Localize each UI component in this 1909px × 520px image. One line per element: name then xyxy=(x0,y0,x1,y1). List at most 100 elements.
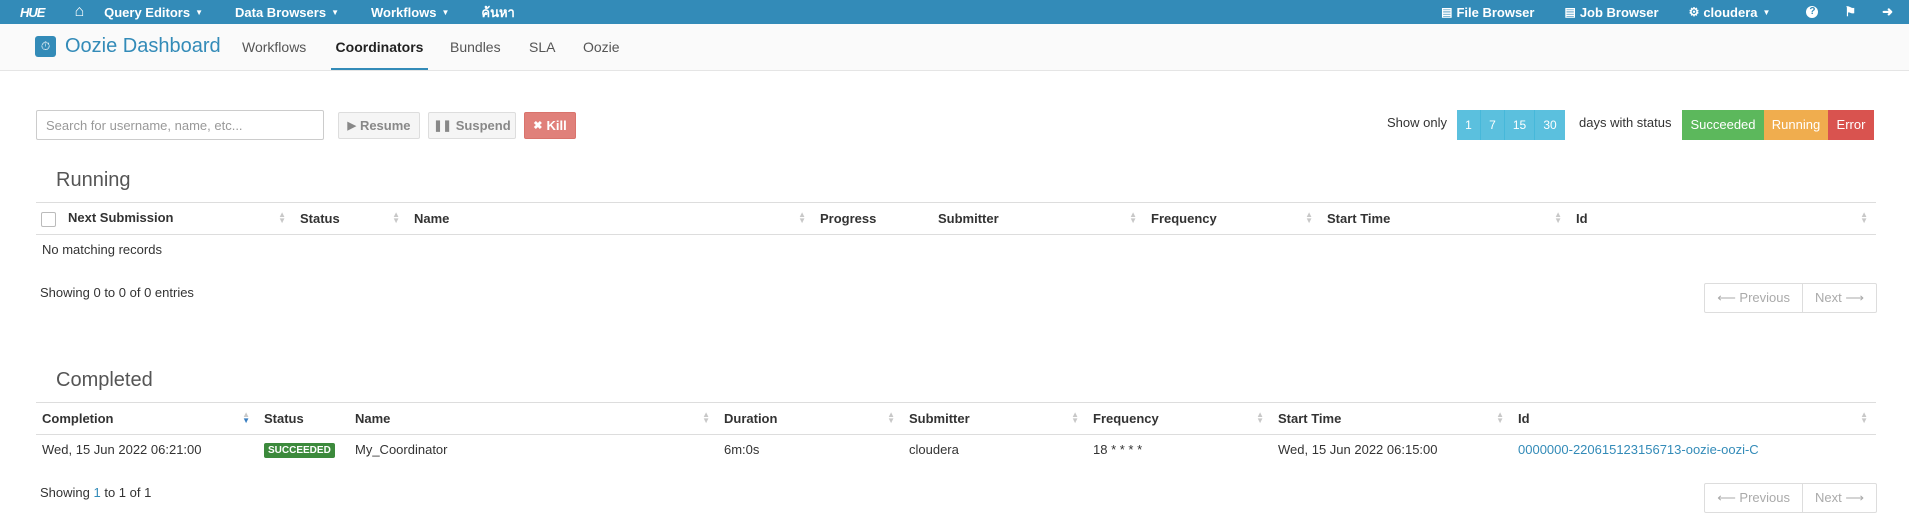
sort-icon: ▲ ▼ xyxy=(278,210,286,225)
column-label: Status xyxy=(300,211,340,226)
column-header-submitter[interactable]: Submitter ▲ ▼ xyxy=(903,402,1087,435)
column-label: Frequency xyxy=(1093,411,1159,426)
completion-cell: Wed, 15 Jun 2022 06:21:00 xyxy=(42,442,202,457)
search-input[interactable] xyxy=(36,110,324,140)
status-filter-running[interactable]: Running xyxy=(1764,110,1828,140)
column-header-submitter[interactable]: Submitter ▲ ▼ xyxy=(932,202,1145,235)
resume-button[interactable]: ▶ Resume xyxy=(338,112,420,139)
column-header-completion[interactable]: Completion ▲ ▼ xyxy=(36,402,258,435)
user-label: cloudera xyxy=(1703,4,1758,20)
sign-out-icon[interactable]: ➜ xyxy=(1882,0,1893,24)
list-icon: ▤ xyxy=(1564,5,1576,19)
column-header-frequency[interactable]: Frequency ▲ ▼ xyxy=(1145,202,1321,235)
name-cell: My_Coordinator xyxy=(355,442,448,457)
column-header-start-time[interactable]: Start Time ▲ ▼ xyxy=(1321,202,1570,235)
menu-label: Data Browsers xyxy=(235,4,327,20)
day-filter-1[interactable]: 1 xyxy=(1457,110,1481,140)
sort-icon: ▲ ▼ xyxy=(887,410,895,425)
column-label: Submitter xyxy=(909,411,970,426)
user-menu[interactable]: ⚙ cloudera ▼ xyxy=(1689,0,1771,24)
select-all-checkbox[interactable] xyxy=(41,211,56,227)
column-header-name[interactable]: Name ▲ ▼ xyxy=(408,202,814,235)
status-filter-succeeded[interactable]: Succeeded xyxy=(1682,110,1764,140)
kill-button[interactable]: ✖ Kill xyxy=(524,112,576,139)
link-label: File Browser xyxy=(1456,4,1535,20)
coordinator-id-link[interactable]: 0000000-220615123156713-oozie-oozi-C xyxy=(1518,442,1759,457)
status-filter-error[interactable]: Error xyxy=(1828,110,1874,140)
day-filter-7[interactable]: 7 xyxy=(1481,110,1505,140)
days-with-status-label: days with status xyxy=(1579,115,1672,130)
button-label: Resume xyxy=(359,118,411,133)
top-navbar: HUE ⌂ Query Editors ▼ Data Browsers ▼ Work… xyxy=(0,0,1909,24)
menu-data-browsers[interactable]: Data Browsers ▼ xyxy=(235,0,339,24)
chevron-down-icon: ▼ xyxy=(441,7,450,17)
home-icon[interactable]: ⌂ xyxy=(74,0,84,24)
column-header-duration[interactable]: Duration ▲ ▼ xyxy=(718,402,903,435)
sort-icon: ▲ ▼ xyxy=(702,410,710,425)
day-filter-30[interactable]: 30 xyxy=(1535,110,1565,140)
tab-coordinators[interactable]: Coordinators xyxy=(331,24,428,70)
completed-pagination: ⟵ Previous Next ⟶ xyxy=(1704,483,1877,513)
oozie-dashboard-icon: ⏱ xyxy=(35,36,56,57)
file-icon: ▤ xyxy=(1441,5,1453,19)
column-header-status[interactable]: Status xyxy=(258,402,349,435)
column-header-id[interactable]: Id ▲ ▼ xyxy=(1570,202,1876,235)
column-header-name[interactable]: Name ▲ ▼ xyxy=(349,402,718,435)
column-header-start-time[interactable]: Start Time ▲ ▼ xyxy=(1272,402,1512,435)
column-label: Next Submission xyxy=(68,210,174,226)
empty-message: No matching records xyxy=(42,242,162,257)
button-label: Suspend xyxy=(455,118,511,133)
column-header-id[interactable]: Id ▲ ▼ xyxy=(1512,402,1876,435)
chevron-down-icon: ▼ xyxy=(1762,7,1771,17)
column-label: Start Time xyxy=(1327,211,1391,226)
column-label: Duration xyxy=(724,411,778,426)
sort-icon: ▲ ▼ xyxy=(798,210,806,225)
suspend-button[interactable]: ❚❚ Suspend xyxy=(428,112,516,139)
job-browser-link[interactable]: ▤ Job Browser xyxy=(1564,0,1658,24)
info-suffix: of 1 xyxy=(126,485,152,500)
column-header-status[interactable]: Status ▲ ▼ xyxy=(294,202,408,235)
chevron-down-icon: ▼ xyxy=(195,7,204,17)
column-header-next-submission[interactable]: Next Submission ▲ ▼ xyxy=(36,202,294,235)
tab-oozie[interactable]: Oozie xyxy=(583,24,620,70)
info-start: 1 xyxy=(93,485,101,500)
help-icon[interactable]: ? xyxy=(1806,0,1819,24)
next-page-button[interactable]: Next ⟶ xyxy=(1802,284,1876,312)
table-header-row: Completion ▲ ▼ Status Name ▲ ▼ Duration ▲ ▼ Su… xyxy=(36,402,1876,435)
table-row[interactable]: Wed, 15 Jun 2022 06:21:00 SUCCEEDED My_C… xyxy=(36,435,1876,465)
id-cell: 0000000-220615123156713-oozie-oozi-C xyxy=(1512,435,1876,465)
menu-query-editors[interactable]: Query Editors ▼ xyxy=(104,0,203,24)
tab-bundles[interactable]: Bundles xyxy=(450,24,501,70)
duration-cell: 6m:0s xyxy=(724,442,760,457)
completed-table: Completion ▲ ▼ Status Name ▲ ▼ Duration ▲ ▼ Su… xyxy=(36,402,1876,464)
column-label: Id xyxy=(1576,211,1588,226)
hue-logo[interactable]: HUE xyxy=(20,0,45,24)
menu-workflows[interactable]: Workflows ▼ xyxy=(371,0,449,24)
column-label: Completion xyxy=(42,411,114,426)
menu-search[interactable]: ค้นหา xyxy=(481,0,514,24)
flag-icon[interactable]: ⚑ xyxy=(1844,0,1856,24)
previous-page-button[interactable]: ⟵ Previous xyxy=(1705,284,1802,312)
running-table-info: Showing 0 to 0 of 0 entries xyxy=(40,285,194,300)
days-filter: 1 7 15 30 xyxy=(1457,110,1565,140)
tab-workflows[interactable]: Workflows xyxy=(242,24,306,70)
app-brand[interactable]: ⏱ Oozie Dashboard xyxy=(35,35,221,58)
previous-page-button[interactable]: ⟵ Previous xyxy=(1705,484,1802,512)
column-label: Id xyxy=(1518,411,1530,426)
tab-sla[interactable]: SLA xyxy=(529,24,555,70)
table-header-row: Next Submission ▲ ▼ Status ▲ ▼ Name ▲ ▼ Progre… xyxy=(36,202,1876,235)
next-page-button[interactable]: Next ⟶ xyxy=(1802,484,1876,512)
info-end: 1 xyxy=(118,485,127,500)
day-filter-15[interactable]: 15 xyxy=(1505,110,1535,140)
frequency-cell: 18 * * * * xyxy=(1093,442,1143,457)
table-row: No matching records xyxy=(36,235,1876,265)
file-browser-link[interactable]: ▤ File Browser xyxy=(1441,0,1534,24)
link-label: Job Browser xyxy=(1579,4,1659,20)
info-prefix: Showing xyxy=(40,485,94,500)
column-header-frequency[interactable]: Frequency ▲ ▼ xyxy=(1087,402,1272,435)
status-filter: Succeeded Running Error xyxy=(1682,110,1874,140)
menu-label: Workflows xyxy=(370,4,437,20)
info-mid: to xyxy=(100,485,119,500)
sort-icon: ▲ ▼ xyxy=(1256,410,1264,425)
sort-icon: ▲ ▼ xyxy=(1860,210,1868,225)
